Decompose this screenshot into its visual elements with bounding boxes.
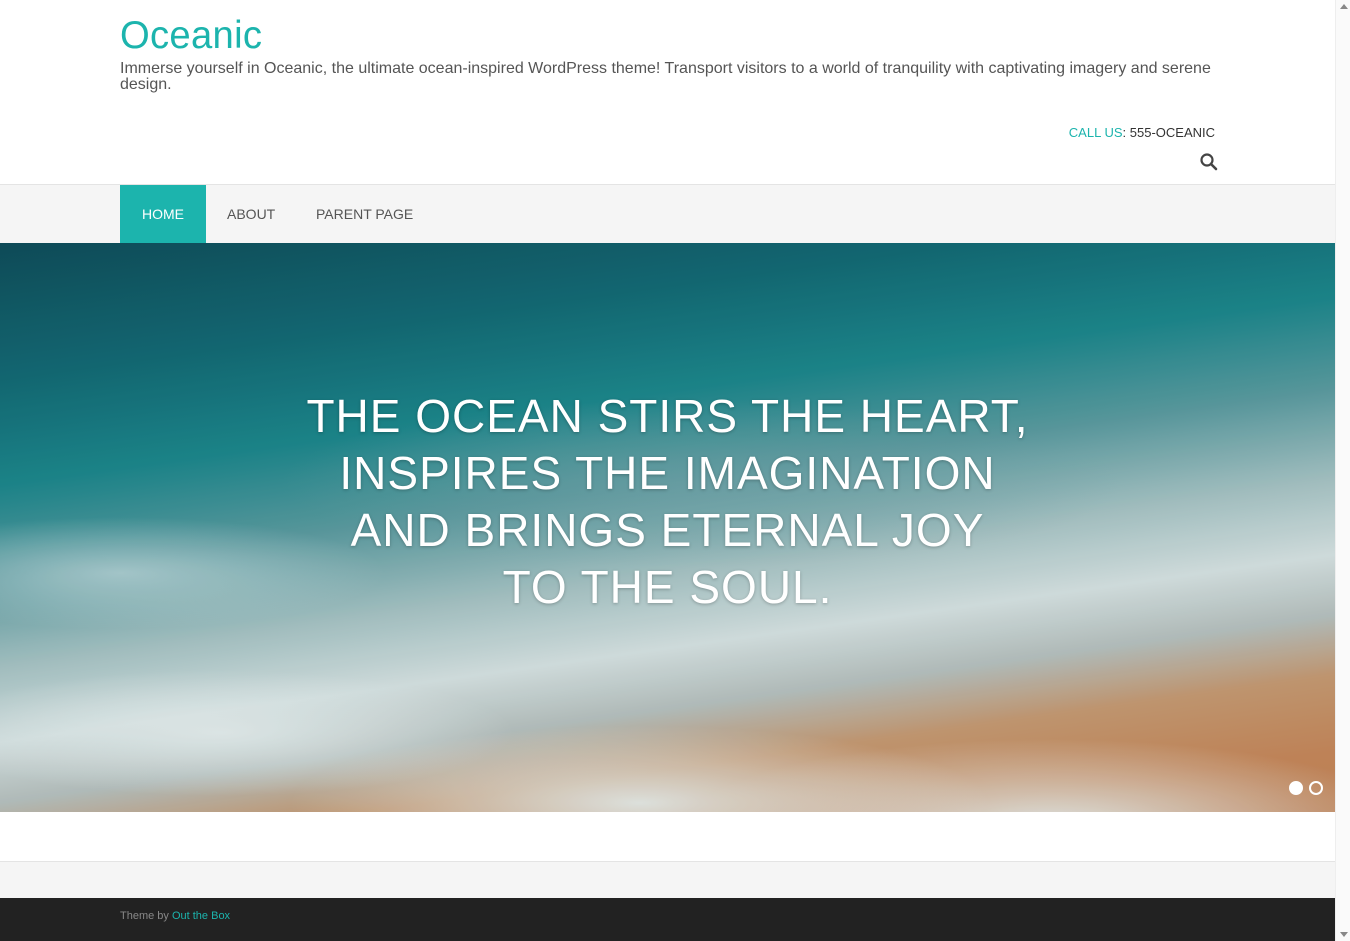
nav-item-home[interactable]: HOME (120, 185, 206, 243)
site-footer: Theme by Out the Box (0, 898, 1335, 941)
page: Oceanic Immerse yourself in Oceanic, the… (0, 0, 1335, 941)
slider-dot-2[interactable] (1309, 781, 1323, 795)
call-us-label: CALL US (1068, 125, 1123, 140)
slider-pagination (1283, 781, 1323, 800)
call-us-separator: : (1122, 125, 1130, 140)
footer-credit-prefix: Theme by (120, 910, 172, 922)
page-scrollbar[interactable] (1335, 0, 1350, 941)
search-icon[interactable] (1199, 152, 1219, 172)
call-us-number[interactable]: 555-OCEANIC (1130, 125, 1215, 140)
call-us: CALL US: 555-OCEANIC (1069, 125, 1215, 140)
scroll-up-arrow-icon[interactable] (1340, 4, 1348, 9)
scroll-down-arrow-icon[interactable] (1340, 932, 1348, 937)
nav-item-about[interactable]: ABOUT (205, 185, 297, 243)
footer-credit: Theme by Out the Box (120, 910, 230, 922)
hero-caption: THE OCEAN STIRS THE HEART, INSPIRES THE … (306, 390, 1029, 613)
slider-dot-1[interactable] (1289, 781, 1303, 795)
footer-credit-link[interactable]: Out the Box (172, 910, 230, 922)
site-title[interactable]: Oceanic (120, 14, 262, 58)
pre-footer (0, 862, 1335, 898)
main-navigation: HOME ABOUT PARENT PAGE (0, 184, 1335, 243)
nav-item-parent-page[interactable]: PARENT PAGE (294, 185, 435, 243)
site-tagline: Immerse yourself in Oceanic, the ultimat… (120, 60, 1211, 93)
hero-slider[interactable]: THE OCEAN STIRS THE HEART, INSPIRES THE … (0, 243, 1335, 812)
